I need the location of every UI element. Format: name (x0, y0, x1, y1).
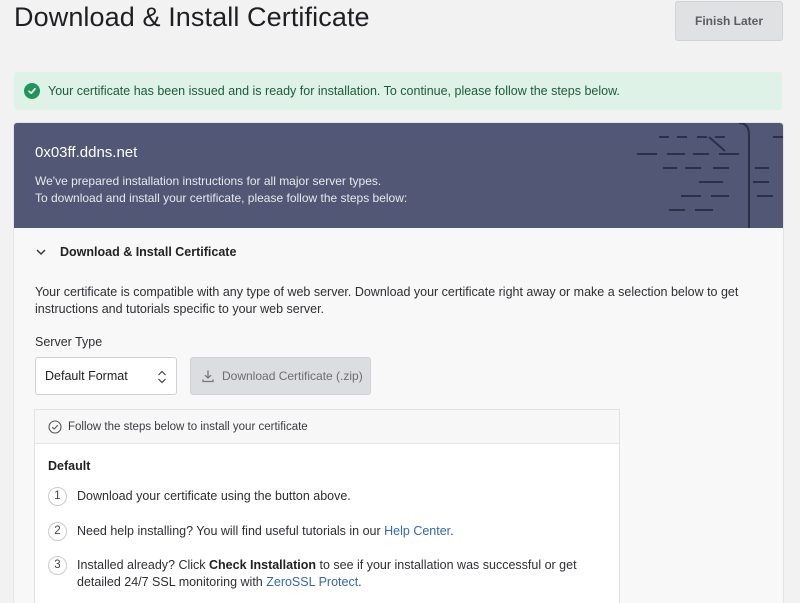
step-text: Need help installing? You will find usef… (77, 523, 454, 540)
certificate-card: 0x03ff.ddns.net We've prepared installat… (14, 123, 783, 603)
step-text-part: Installed already? Click (77, 558, 210, 572)
default-label: Default (48, 459, 91, 473)
step-text-part: . (450, 524, 454, 538)
step-text: Installed already? Click Check Installat… (77, 557, 588, 591)
step-text-part: . (358, 575, 362, 589)
download-button-label: Download Certificate (.zip) (222, 369, 363, 383)
header-line-2: To download and install your certificate… (35, 191, 408, 205)
step-text-part: Need help installing? You will find usef… (77, 524, 385, 538)
server-type-select[interactable]: Default Format (35, 357, 177, 395)
step-item: 1 Download your certificate using the bu… (48, 487, 351, 506)
download-certificate-button[interactable]: Download Certificate (.zip) (190, 357, 371, 395)
success-alert: Your certificate has been issued and is … (14, 72, 782, 110)
domain-name: 0x03ff.ddns.net (35, 144, 138, 161)
zerossl-protect-link[interactable]: ZeroSSL Protect (266, 575, 358, 589)
check-circle-icon (24, 83, 40, 99)
steps-header: Follow the steps below to install your c… (35, 410, 619, 444)
alert-text: Your certificate has been issued and is … (48, 84, 620, 98)
server-type-label: Server Type (35, 335, 103, 349)
step-item: 2 Need help installing? You will find us… (48, 522, 454, 541)
step-number: 3 (48, 556, 67, 575)
check-installation-label: Check Installation (209, 558, 316, 572)
decorative-code-lines-icon (637, 123, 783, 228)
chevron-down-icon (36, 249, 46, 255)
updown-icon (158, 370, 166, 384)
finish-later-button[interactable]: Finish Later (675, 1, 783, 41)
download-icon (202, 370, 214, 383)
install-steps-panel: Follow the steps below to install your c… (34, 409, 620, 603)
step-text: Download your certificate using the butt… (77, 489, 351, 503)
circle-check-icon (48, 419, 62, 434)
page-title: Download & Install Certificate (14, 2, 370, 32)
header-line-1: We've prepared installation instructions… (35, 174, 382, 188)
server-type-value: Default Format (45, 369, 128, 383)
card-header: 0x03ff.ddns.net We've prepared installat… (14, 123, 783, 228)
help-center-link[interactable]: Help Center (384, 524, 450, 538)
section-toggle[interactable]: Download & Install Certificate (34, 245, 236, 259)
steps-header-text: Follow the steps below to install your c… (68, 420, 308, 433)
section-title: Download & Install Certificate (60, 245, 237, 259)
step-item: 3 Installed already? Click Check Install… (48, 556, 588, 591)
section-description: Your certificate is compatible with any … (35, 285, 739, 316)
step-number: 2 (48, 522, 67, 541)
step-number: 1 (48, 487, 67, 506)
